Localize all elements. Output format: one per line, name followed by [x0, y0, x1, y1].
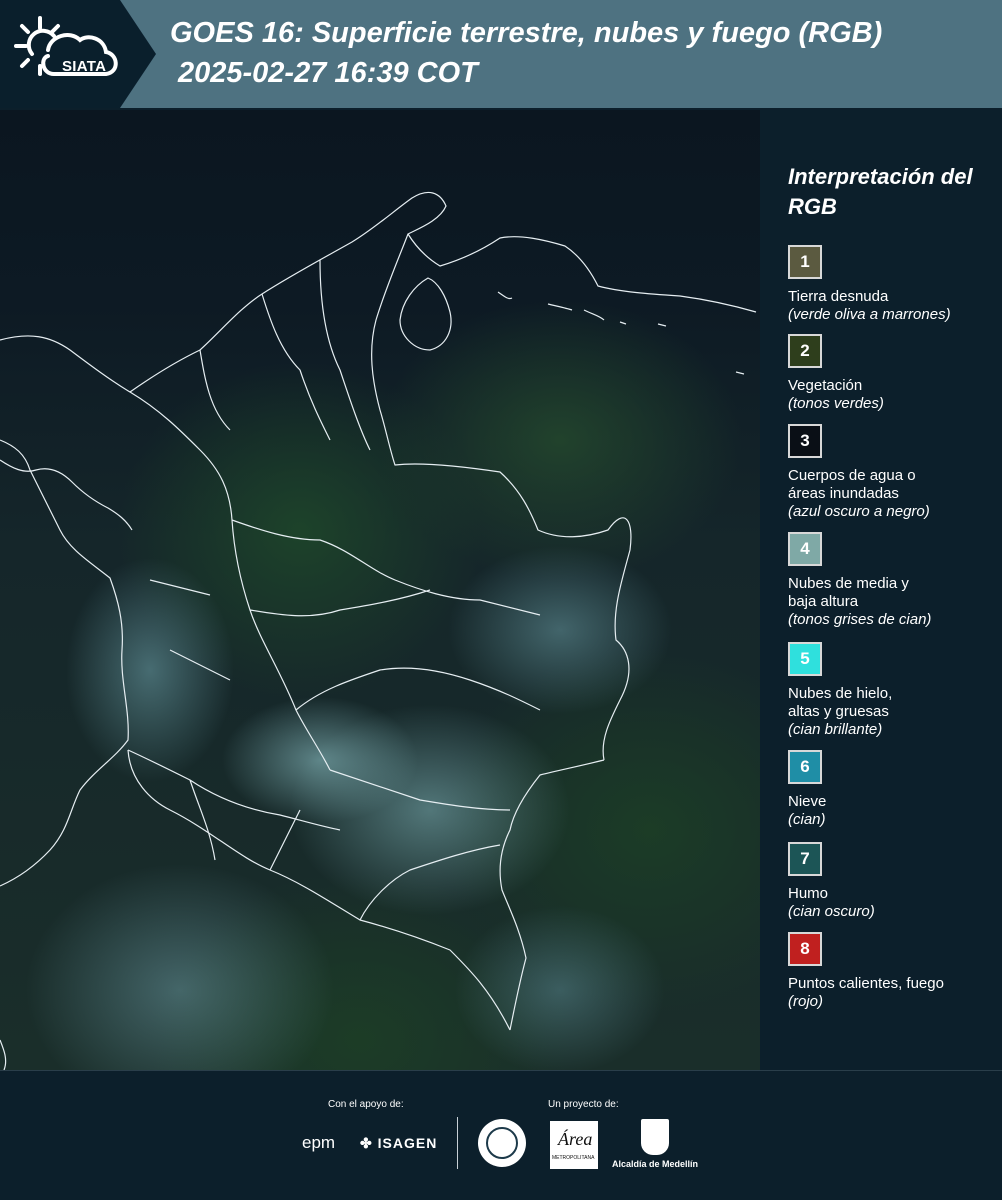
- legend-label-line: baja altura: [788, 593, 859, 610]
- alcaldia-logo-text: Alcaldía de Medellín: [612, 1159, 699, 1169]
- area-metropolitana-logo: Área METROPOLITANA: [550, 1121, 598, 1169]
- panama-coastline: [0, 459, 133, 531]
- maracaibo-lake: [399, 277, 452, 351]
- legend-swatch: 1: [788, 245, 822, 279]
- legend-label: Cuerpos de agua o áreas inundadas: [788, 467, 988, 503]
- area-logo-small-text: METROPOLITANA: [552, 1155, 595, 1161]
- support-label: Con el apoyo de:: [328, 1099, 404, 1110]
- legend-label: Tierra desnuda: [788, 288, 889, 305]
- legend-item-fire: 8 Puntos calientes, fuego (rojo): [788, 932, 988, 1011]
- project-label: Un proyecto de:: [548, 1099, 619, 1110]
- legend-swatch: 2: [788, 334, 822, 368]
- legend-swatch: 8: [788, 932, 822, 966]
- legend-label-line: Nubes de hielo,: [788, 685, 893, 702]
- isagen-logo: ✤ ISAGEN: [360, 1135, 438, 1151]
- legend-item-snow: 6 Nieve (cian): [788, 750, 988, 829]
- colombia-southern-border: [499, 759, 605, 1031]
- legend-swatch: 5: [788, 642, 822, 676]
- legend-description: (tonos grises de cian): [788, 611, 932, 628]
- medellin-seal-logo: [478, 1119, 526, 1167]
- legend-swatch: 6: [788, 750, 822, 784]
- legend-label: Humo: [788, 885, 829, 902]
- legend-label: Puntos calientes, fuego: [788, 975, 944, 992]
- isagen-logo-text: ISAGEN: [377, 1135, 438, 1151]
- legend-label: Nubes de media y baja altura: [788, 575, 988, 611]
- caribbean-islands: [497, 291, 745, 375]
- satellite-map: [0, 110, 760, 1070]
- alcaldia-shield-icon: [641, 1119, 669, 1155]
- legend-swatch: 3: [788, 424, 822, 458]
- legend-description: (cian): [788, 811, 826, 828]
- ecuador-coast-fragment: [0, 1039, 7, 1070]
- area-logo-script: Área: [558, 1129, 593, 1149]
- logo-text: SIATA: [62, 58, 107, 75]
- sun-cloud-icon: [14, 16, 118, 76]
- legend-label: Vegetación: [788, 377, 863, 394]
- legend-item-smoke: 7 Humo (cian oscuro): [788, 842, 988, 921]
- footer-bar: Con el apoyo de: Un proyecto de: epm ✤ I…: [0, 1070, 1002, 1200]
- caribbean-coastline: [0, 191, 757, 393]
- legend-item-vegetation: 2 Vegetación (tonos verdes): [788, 334, 988, 413]
- legend-description: (azul oscuro a negro): [788, 503, 930, 520]
- footer-divider: [457, 1117, 458, 1169]
- legend-label-line: altas y gruesas: [788, 703, 889, 720]
- pacific-coastline: [0, 439, 129, 887]
- header-bar: SIATA GOES 16: Superficie terrestre, nub…: [0, 0, 1002, 108]
- colombia-venezuela-border: [371, 233, 632, 761]
- colombia-peru-border: [127, 749, 511, 1031]
- legend-label-line: Nubes de media y: [788, 575, 909, 592]
- legend-swatch: 4: [788, 532, 822, 566]
- page-title: GOES 16: Superficie terrestre, nubes y f…: [170, 17, 883, 49]
- epm-logo: epm: [302, 1133, 336, 1152]
- legend-swatch: 7: [788, 842, 822, 876]
- legend-item-ice-clouds: 5 Nubes de hielo, altas y gruesas (cian …: [788, 642, 988, 739]
- legend-description: (tonos verdes): [788, 395, 884, 412]
- legend-description: (rojo): [788, 993, 824, 1010]
- legend-label: Nieve: [788, 793, 827, 810]
- legend-label: Nubes de hielo, altas y gruesas: [788, 685, 988, 721]
- legend-description: (verde oliva a marrones): [788, 306, 951, 323]
- page-subtitle-datetime: 2025-02-27 16:39 COT: [178, 57, 478, 89]
- legend-label-line: áreas inundadas: [788, 485, 899, 502]
- legend-item-water: 3 Cuerpos de agua o áreas inundadas (azu…: [788, 424, 988, 521]
- legend-item-bare-soil: 1 Tierra desnuda (verde oliva a marrones…: [788, 245, 988, 324]
- legend-item-mid-low-clouds: 4 Nubes de media y baja altura (tonos gr…: [788, 532, 988, 629]
- seal-ring: [486, 1127, 518, 1159]
- legend-description: (cian oscuro): [788, 903, 875, 920]
- boundary-lines: [0, 191, 757, 1070]
- legend-label-line: Cuerpos de agua o: [788, 467, 916, 484]
- legend-description: (cian brillante): [788, 721, 883, 738]
- siata-logo: SIATA: [14, 14, 126, 94]
- legend-title: Interpretación del RGB: [788, 164, 973, 219]
